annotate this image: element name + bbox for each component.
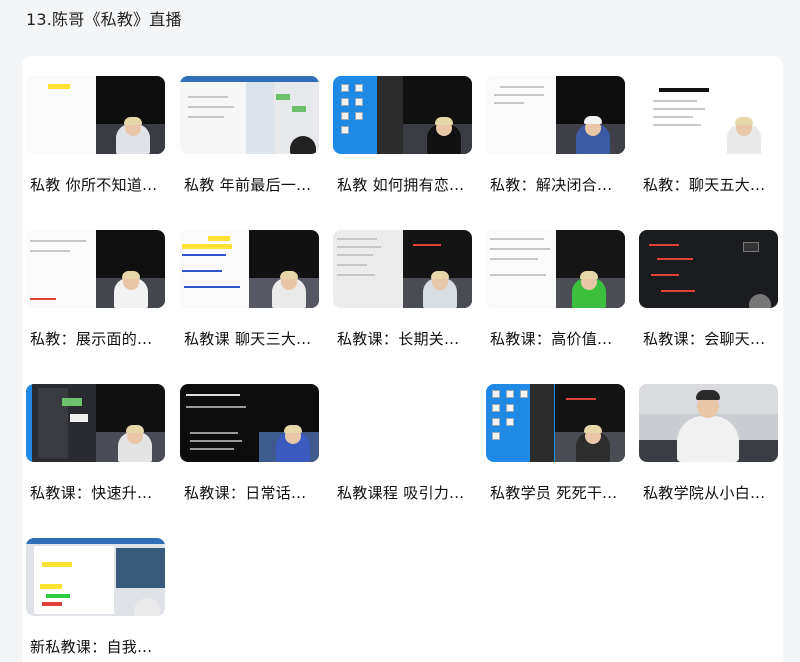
video-thumbnail: [639, 384, 778, 462]
video-card[interactable]: 私教课：高价值...: [486, 230, 625, 370]
video-grid: 私教 你所不知道... 私教 年前最后一... 私教 如何拥有恋... 私教：解…: [22, 56, 783, 662]
video-thumbnail: [180, 230, 319, 308]
video-card[interactable]: 私教课：长期关...: [333, 230, 472, 370]
video-card[interactable]: 私教 如何拥有恋...: [333, 76, 472, 216]
video-title: 私教课：长期关...: [337, 330, 460, 348]
video-thumbnail: [486, 76, 625, 154]
video-title: 私教学员 死死干...: [490, 484, 618, 502]
page-title: 13.陈哥《私教》直播: [26, 10, 182, 29]
video-title: 私教：聊天五大...: [643, 176, 766, 194]
video-thumbnail: [333, 76, 472, 154]
video-card[interactable]: 私教：聊天五大...: [639, 76, 778, 216]
video-thumbnail: [26, 538, 165, 616]
video-thumbnail: [26, 76, 165, 154]
video-card[interactable]: 私教学院从小白...: [639, 384, 778, 524]
video-thumbnail: [486, 230, 625, 308]
video-title: 私教：解决闭合...: [490, 176, 613, 194]
video-card[interactable]: 新私教课：自我...: [26, 538, 165, 662]
video-title: 私教课程 吸引力...: [337, 484, 465, 502]
video-card[interactable]: 私教课程 吸引力...: [333, 384, 472, 524]
video-title: 私教学院从小白...: [643, 484, 766, 502]
video-title: 私教课：高价值...: [490, 330, 613, 348]
video-title: 私教 年前最后一...: [184, 176, 312, 194]
video-thumbnail: [26, 384, 165, 462]
video-thumbnail: [180, 384, 319, 462]
video-title: 私教：展示面的...: [30, 330, 153, 348]
video-title: 私教课：日常话...: [184, 484, 307, 502]
video-card[interactable]: 私教学员 死死干...: [486, 384, 625, 524]
video-title: 私教 如何拥有恋...: [337, 176, 465, 194]
video-card[interactable]: 私教课：快速升...: [26, 384, 165, 524]
video-thumbnail: [26, 230, 165, 308]
video-title: 私教课：会聊天...: [643, 330, 766, 348]
video-card[interactable]: 私教：解决闭合...: [486, 76, 625, 216]
video-card[interactable]: 私教课：会聊天...: [639, 230, 778, 370]
video-title: 私教 你所不知道...: [30, 176, 158, 194]
video-card[interactable]: 私教课：日常话...: [180, 384, 319, 524]
video-card[interactable]: 私教 年前最后一...: [180, 76, 319, 216]
video-thumbnail: [333, 230, 472, 308]
video-title: 新私教课：自我...: [30, 638, 153, 656]
video-thumbnail: [639, 76, 778, 154]
video-card[interactable]: 私教：展示面的...: [26, 230, 165, 370]
video-title: 私教课 聊天三大...: [184, 330, 312, 348]
video-card[interactable]: 私教课 聊天三大...: [180, 230, 319, 370]
video-thumbnail: [486, 384, 625, 462]
video-thumbnail: [180, 76, 319, 154]
video-title: 私教课：快速升...: [30, 484, 153, 502]
course-page: 13.陈哥《私教》直播 私教 你所不知道... 私教 年前最后一... 私教 如…: [0, 0, 800, 662]
video-thumbnail: [639, 230, 778, 308]
video-card[interactable]: 私教 你所不知道...: [26, 76, 165, 216]
